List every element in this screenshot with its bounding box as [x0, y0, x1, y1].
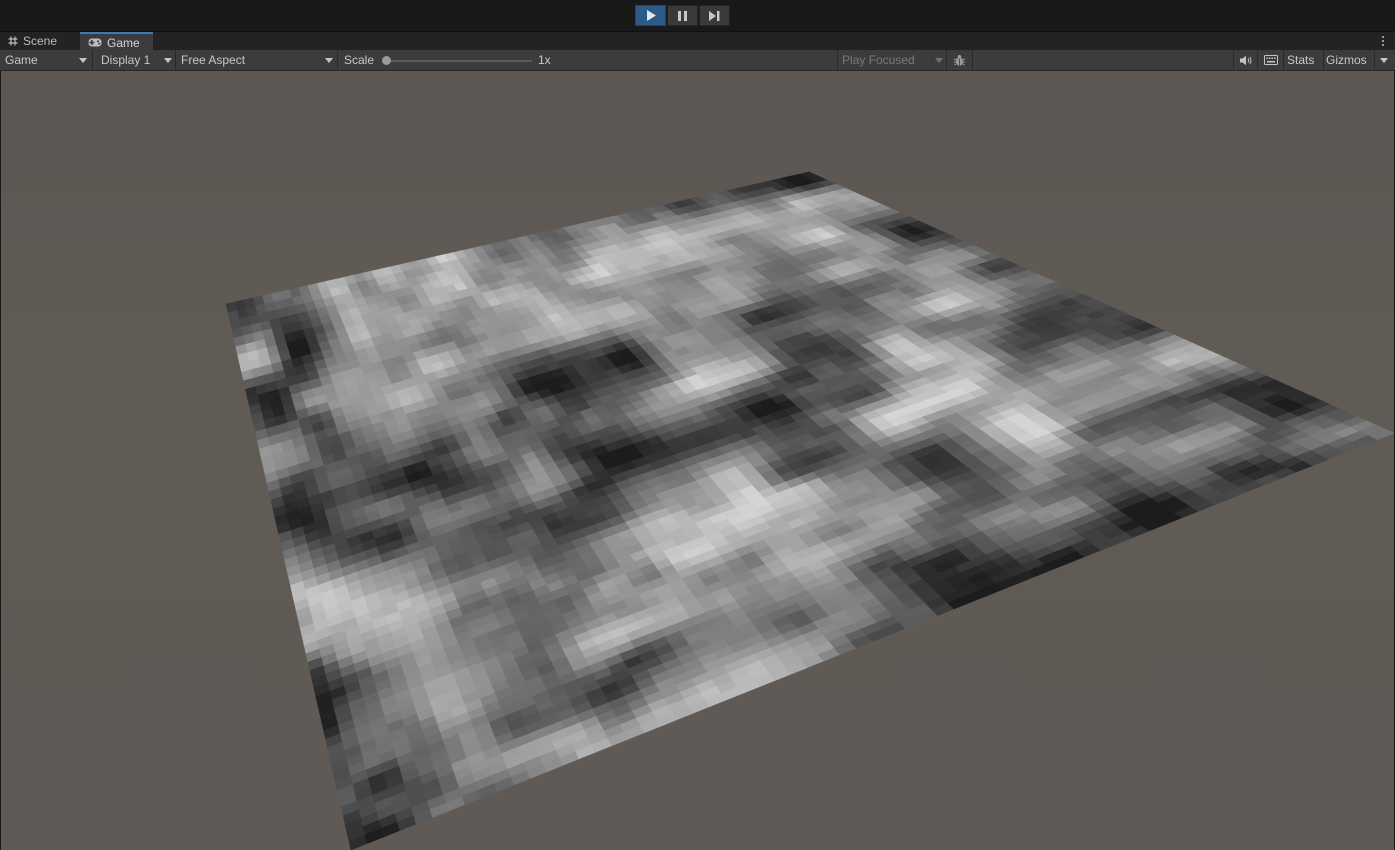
chevron-down-icon — [1380, 58, 1388, 63]
display-value: Display 1 — [101, 53, 151, 67]
play-button[interactable] — [635, 5, 666, 26]
noise-terrain-plane — [225, 171, 1394, 850]
scale-slider-handle[interactable] — [382, 56, 391, 65]
stats-label: Stats — [1287, 53, 1315, 67]
more-options-icon[interactable] — [1381, 34, 1385, 48]
chevron-down-icon — [325, 58, 333, 63]
step-icon — [709, 10, 720, 21]
view-mode-dropdown[interactable]: Game — [0, 50, 93, 70]
debug-button[interactable] — [947, 50, 973, 70]
tab-scene[interactable]: Scene — [0, 32, 78, 50]
play-controls — [635, 5, 731, 26]
tab-strip: Scene Game — [0, 32, 1395, 51]
hash-icon — [8, 36, 18, 46]
mute-audio-button[interactable] — [1233, 50, 1258, 70]
tab-game[interactable]: Game — [80, 32, 153, 51]
game-viewport[interactable] — [1, 71, 1394, 850]
play-icon — [646, 10, 656, 21]
aspect-dropdown[interactable]: Free Aspect — [176, 50, 338, 70]
tab-scene-label: Scene — [23, 34, 58, 48]
play-mode-dropdown[interactable]: Play Focused — [837, 50, 947, 70]
gizmos-button[interactable]: Gizmos — [1324, 50, 1374, 70]
step-button[interactable] — [699, 5, 730, 26]
aspect-value: Free Aspect — [181, 53, 246, 67]
chevron-down-icon — [79, 58, 87, 63]
pause-button[interactable] — [667, 5, 698, 26]
chevron-down-icon — [935, 58, 943, 63]
play-toolbar — [0, 0, 1395, 32]
gamepad-icon — [88, 38, 102, 47]
speaker-icon — [1239, 55, 1251, 65]
scale-slider-track[interactable] — [386, 60, 532, 62]
play-mode-value: Play Focused — [842, 53, 915, 67]
tab-game-label: Game — [107, 35, 140, 50]
bug-icon — [953, 54, 966, 66]
pause-icon — [678, 10, 687, 21]
scale-label: Scale — [344, 53, 375, 67]
keyboard-icon — [1263, 55, 1278, 65]
chevron-down-icon — [164, 58, 172, 63]
scale-value: 1x — [538, 53, 551, 67]
shortcuts-button[interactable] — [1258, 50, 1284, 70]
game-toolbar: Game Display 1 Free Aspect Scale 1x Play… — [0, 50, 1395, 71]
gizmos-dropdown[interactable] — [1374, 50, 1394, 70]
view-mode-value: Game — [5, 53, 38, 67]
gizmos-label: Gizmos — [1326, 53, 1367, 67]
display-dropdown[interactable]: Display 1 — [93, 50, 176, 70]
stats-button[interactable]: Stats — [1284, 50, 1324, 70]
